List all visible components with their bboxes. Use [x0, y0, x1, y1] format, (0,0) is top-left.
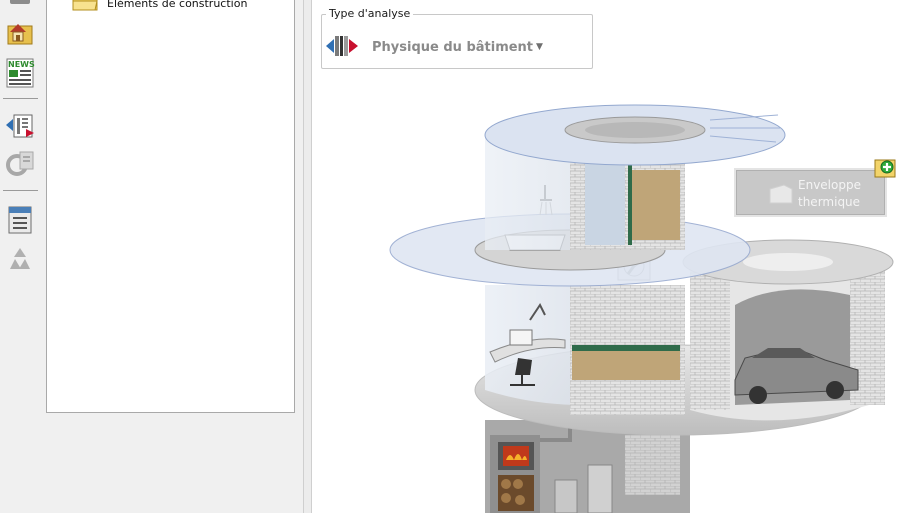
recycle-icon[interactable]	[4, 243, 36, 275]
analysis-type-dropdown[interactable]: Physique du bâtiment ▼	[326, 33, 586, 61]
analysis-doc-icon[interactable]	[4, 109, 36, 141]
house-folder-icon[interactable]	[4, 16, 36, 48]
tree-item-elements-construction[interactable]: Éléments de construction	[71, 0, 247, 13]
left-toolbar: NEWS	[0, 0, 40, 513]
top-partial-icon[interactable]	[4, 0, 36, 16]
svg-text:NEWS: NEWS	[8, 60, 35, 69]
wall-section-icon	[326, 34, 358, 61]
panel-splitter[interactable]	[303, 0, 312, 513]
recycle-doc-icon[interactable]	[4, 147, 36, 179]
chevron-down-icon: ▼	[536, 42, 543, 52]
calendar-list-icon[interactable]	[4, 203, 36, 235]
tree-panel: Éléments de construction	[46, 0, 295, 413]
analysis-type-title: Type d'analyse	[326, 7, 414, 20]
thermal-envelope-hotspot[interactable]: Enveloppe thermique	[734, 168, 887, 217]
toolbar-separator	[3, 190, 38, 191]
news-icon[interactable]: NEWS	[4, 57, 36, 89]
toolbar-separator	[3, 98, 38, 99]
building-illustration[interactable]	[380, 90, 900, 514]
tree-item-label: Éléments de construction	[107, 0, 248, 10]
folder-icon	[71, 0, 99, 14]
folder-add-icon[interactable]	[874, 157, 896, 179]
thermal-envelope-label: Enveloppe thermique	[798, 178, 861, 209]
envelope-shape-icon	[766, 183, 796, 208]
analysis-type-value: Physique du bâtiment	[372, 39, 534, 55]
